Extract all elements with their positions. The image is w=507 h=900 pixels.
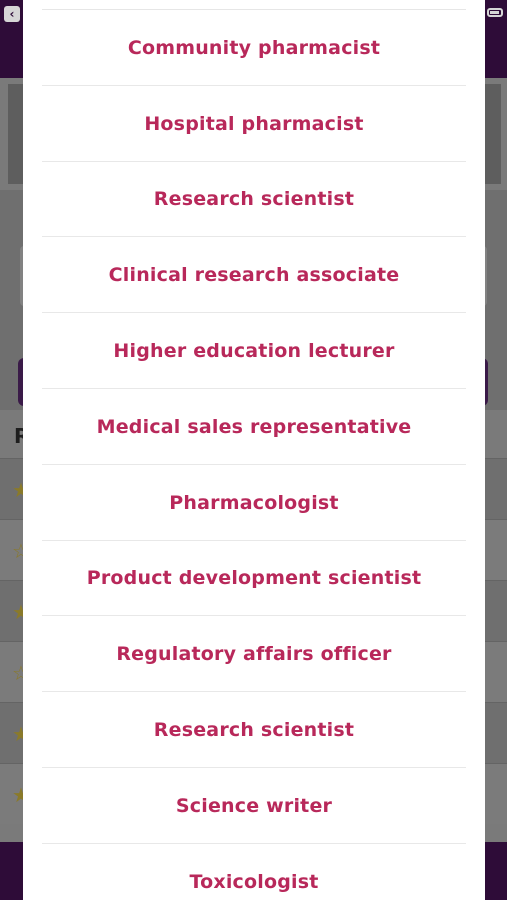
option-higher-education-lecturer[interactable]: Higher education lecturer (23, 313, 485, 389)
option-regulatory-affairs-officer[interactable]: Regulatory affairs officer (23, 616, 485, 692)
option-hospital-pharmacist[interactable]: Hospital pharmacist (23, 86, 485, 162)
option-medical-sales-representative[interactable]: Medical sales representative (23, 389, 485, 465)
career-picker-sheet: Community pharmacist Hospital pharmacist… (23, 0, 485, 900)
option-clinical-research-associate[interactable]: Clinical research associate (23, 237, 485, 313)
option-pharmacologist[interactable]: Pharmacologist (23, 465, 485, 541)
option-research-scientist-2[interactable]: Research scientist (23, 692, 485, 768)
option-product-development-scientist[interactable]: Product development scientist (23, 541, 485, 617)
option-label: Hospital pharmacist (144, 112, 364, 135)
option-community-pharmacist[interactable]: Community pharmacist (23, 10, 485, 86)
option-research-scientist[interactable]: Research scientist (23, 162, 485, 238)
option-label: Toxicologist (189, 870, 319, 893)
career-option-list: Community pharmacist Hospital pharmacist… (23, 10, 485, 900)
option-label: Product development scientist (86, 567, 422, 590)
option-label: Research scientist (153, 188, 355, 211)
screen: ‹ R ★ ☆ ★ ☆ ★ ★ Community pharmacist Hos… (0, 0, 507, 900)
back-arrow-icon[interactable]: ‹ (4, 6, 20, 22)
option-label: Pharmacologist (169, 491, 339, 514)
option-label: Medical sales representative (96, 415, 412, 438)
option-label: Science writer (175, 794, 333, 817)
option-label: Clinical research associate (108, 264, 400, 287)
option-label: Research scientist (153, 719, 355, 742)
option-science-writer[interactable]: Science writer (23, 768, 485, 844)
option-label: Higher education lecturer (113, 340, 395, 363)
option-label: Regulatory affairs officer (116, 643, 392, 666)
option-label: Community pharmacist (127, 36, 381, 59)
battery-icon (487, 8, 503, 17)
option-toxicologist[interactable]: Toxicologist (23, 844, 485, 900)
